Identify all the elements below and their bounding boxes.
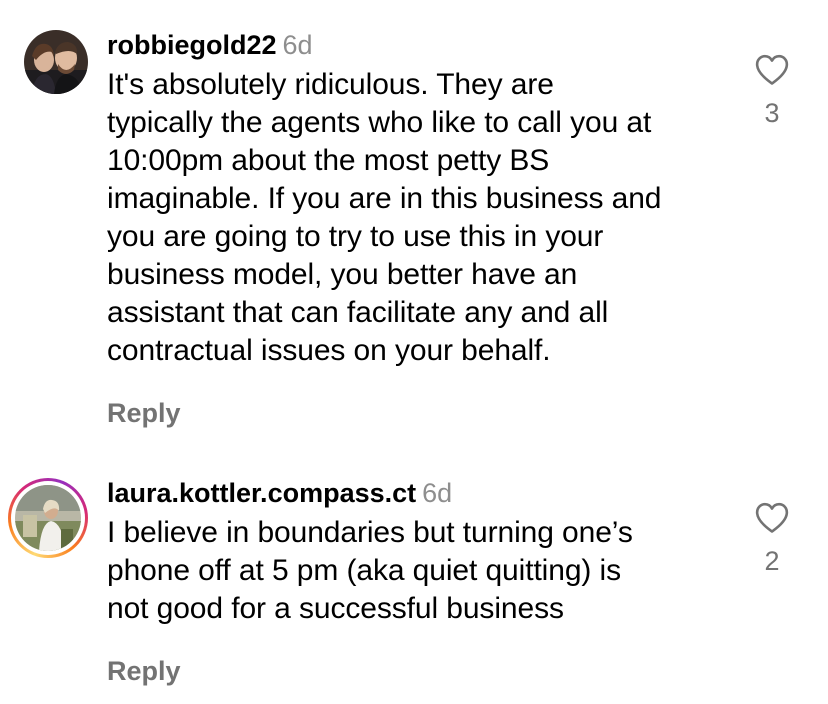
comment-text: I believe in boundaries but turning one’…: [107, 514, 727, 628]
heart-outline-icon[interactable]: [755, 54, 789, 86]
comment-text-line: typically the agents who like to call yo…: [107, 106, 652, 139]
username[interactable]: laura.kottler.compass.ct: [107, 478, 416, 508]
avatar[interactable]: [24, 30, 88, 94]
like-area: 2: [740, 502, 804, 577]
username[interactable]: robbiegold22: [107, 30, 277, 60]
comment-text: It's absolutely ridiculous. They are typ…: [107, 66, 727, 370]
comment-text-line: business model, you better have an: [107, 258, 578, 291]
story-ring[interactable]: [8, 478, 88, 558]
comment-text-line: you are going to try to use this in your: [107, 220, 604, 253]
comment-text-line: imaginable. If you are in this business …: [107, 182, 662, 215]
avatar: [15, 485, 81, 551]
comment-text-line: contractual issues on your behalf.: [107, 334, 551, 367]
comment-body: robbiegold22 6d It's absolutely ridiculou…: [107, 28, 727, 429]
reply-button[interactable]: Reply: [107, 398, 181, 429]
comment-header: robbiegold22 6d: [107, 28, 727, 62]
comments-list: robbiegold22 6d It's absolutely ridiculou…: [0, 0, 828, 704]
comment-body: laura.kottler.compass.ct 6d I believe in …: [107, 476, 727, 687]
comment-text-line: It's absolutely ridiculous. They are: [107, 68, 554, 101]
like-count: 3: [764, 98, 780, 128]
comment-text-line: 10:00pm about the most petty BS: [107, 144, 550, 177]
avatar-photo: [15, 485, 81, 551]
reply-button[interactable]: Reply: [107, 656, 181, 687]
like-area: 3: [740, 54, 804, 129]
timestamp: 6d: [282, 30, 313, 60]
comment-text-line: assistant that can facilitate any and al…: [107, 296, 609, 329]
avatar-photo: [24, 30, 88, 94]
like-count: 2: [764, 546, 780, 576]
timestamp: 6d: [422, 478, 453, 508]
heart-outline-icon[interactable]: [755, 502, 789, 534]
comment-text-line: not good for a successful business: [107, 592, 564, 625]
comment-header: laura.kottler.compass.ct 6d: [107, 476, 727, 510]
comment-text-line: phone off at 5 pm (aka quiet quitting) i…: [107, 554, 622, 587]
comment-text-line: I believe in boundaries but turning one’…: [107, 516, 633, 549]
